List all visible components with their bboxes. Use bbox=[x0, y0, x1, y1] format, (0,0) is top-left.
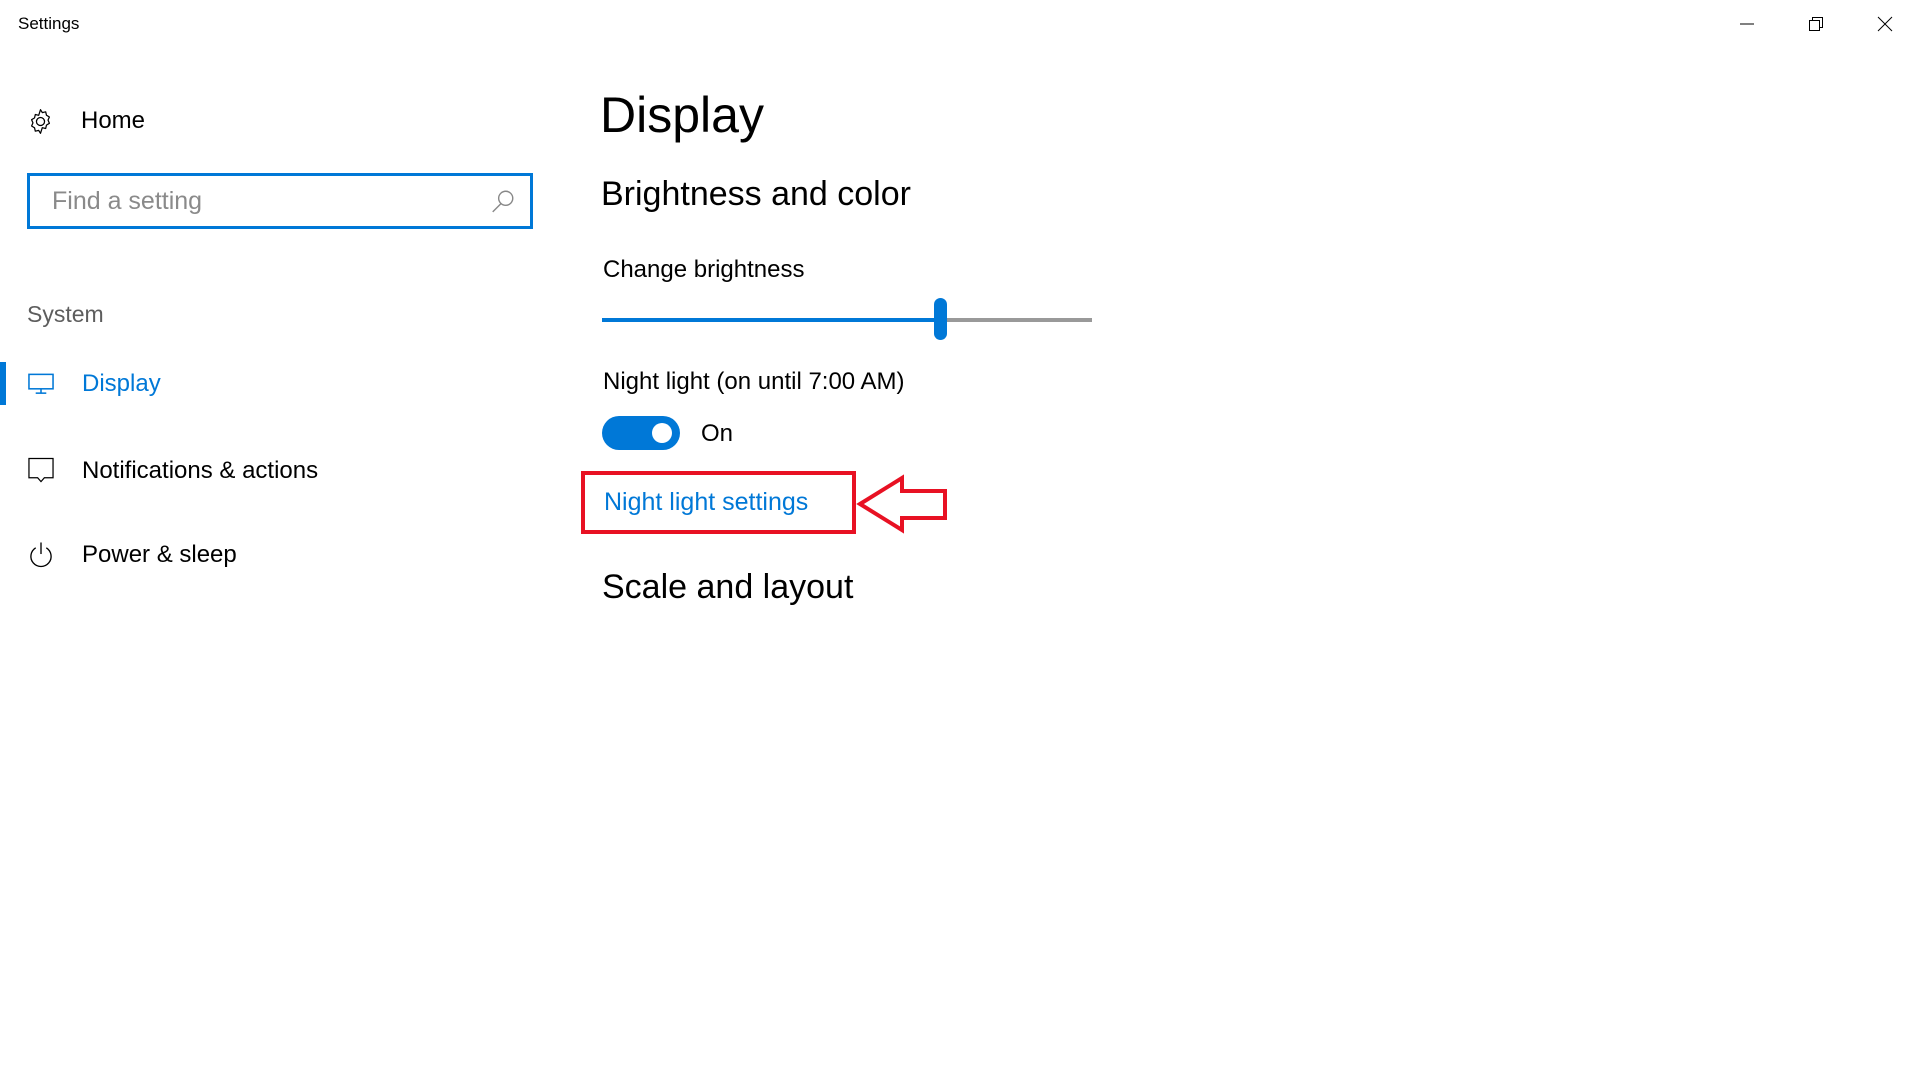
home-label: Home bbox=[81, 107, 146, 134]
night-light-toggle[interactable] bbox=[602, 416, 680, 450]
slider-thumb[interactable] bbox=[934, 298, 948, 340]
window-title: Settings bbox=[18, 14, 80, 33]
page-title: Display bbox=[600, 87, 764, 143]
gear-icon bbox=[30, 108, 51, 134]
toggle-state-label: On bbox=[701, 420, 734, 447]
sidebar-item-label: Notifications & actions bbox=[82, 457, 319, 484]
sidebar-item-display[interactable]: Display bbox=[0, 362, 560, 406]
brightness-slider[interactable] bbox=[602, 298, 1092, 340]
restore-button[interactable] bbox=[1781, 0, 1850, 48]
search-box[interactable] bbox=[27, 173, 533, 229]
section-label-system: System bbox=[27, 301, 104, 327]
toggle-knob bbox=[652, 423, 672, 443]
search-icon[interactable] bbox=[490, 188, 516, 214]
close-icon bbox=[1877, 16, 1892, 32]
home-button[interactable]: Home bbox=[27, 104, 145, 138]
night-light-label: Night light (on until 7:00 AM) bbox=[603, 368, 905, 395]
night-light-settings-link[interactable]: Night light settings bbox=[604, 488, 808, 517]
minimize-button[interactable] bbox=[1712, 0, 1781, 48]
left-arrow-icon bbox=[856, 474, 947, 534]
power-icon bbox=[28, 541, 54, 569]
close-button[interactable] bbox=[1850, 0, 1906, 48]
sidebar-item-power[interactable]: Power & sleep bbox=[0, 533, 560, 577]
slider-fill bbox=[602, 318, 941, 322]
sidebar-item-label: Power & sleep bbox=[82, 541, 237, 568]
restore-icon bbox=[1808, 17, 1823, 31]
sidebar-item-label: Display bbox=[82, 370, 161, 397]
brightness-label: Change brightness bbox=[603, 256, 805, 283]
sidebar-item-notifications[interactable]: Notifications & actions bbox=[0, 449, 560, 493]
monitor-icon bbox=[28, 370, 54, 398]
notification-icon bbox=[28, 457, 54, 485]
brightness-section-heading: Brightness and color bbox=[601, 175, 911, 213]
search-input[interactable] bbox=[50, 185, 490, 217]
scale-section-heading: Scale and layout bbox=[602, 568, 854, 606]
minimize-icon bbox=[1739, 23, 1754, 25]
